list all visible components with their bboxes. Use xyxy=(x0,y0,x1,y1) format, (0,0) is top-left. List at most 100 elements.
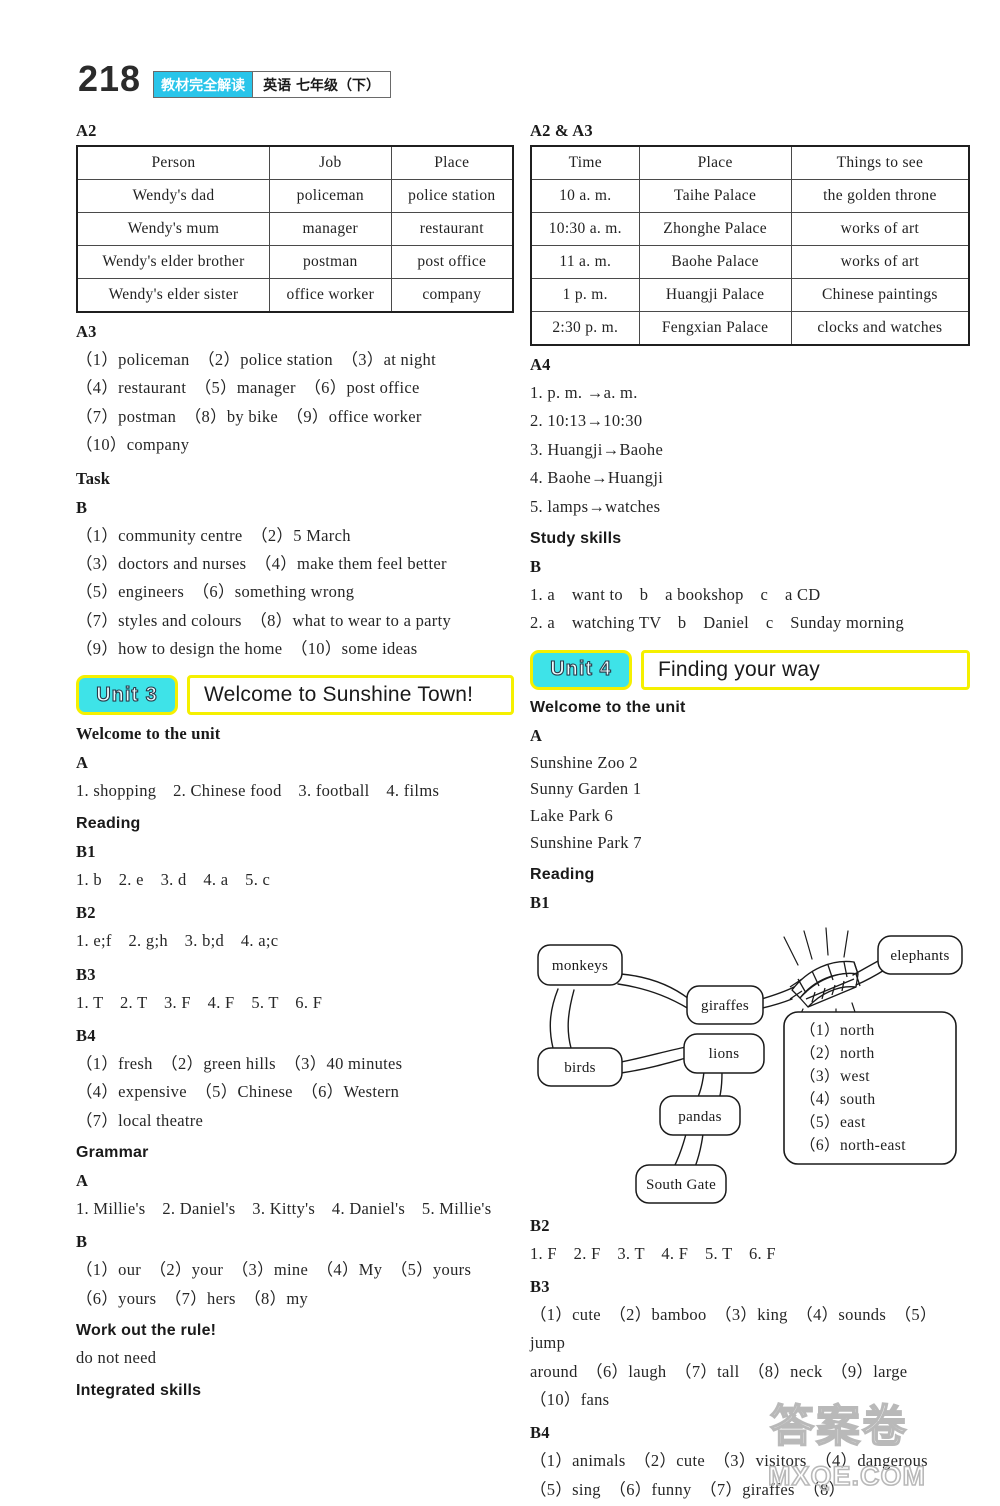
answer-line: （6）yours （7）hers （8）my xyxy=(76,1288,309,1308)
answer-line: （7）postman （8）by bike （9）office worker xyxy=(76,406,422,426)
node-label-birds: birds xyxy=(564,1060,596,1076)
heading-welcome-to-the-unit: Welcome to the unit xyxy=(76,724,221,744)
answer-line: 1. shopping 2. Chinese food 3. football … xyxy=(76,781,440,801)
heading-integrated-skills: Integrated skills xyxy=(76,1381,202,1399)
b3-answers: （1）cute （2）bamboo （3）king （4）sounds （5）j… xyxy=(530,1301,970,1415)
left-column: A2 Person Job Place Wendy's dad policema… xyxy=(75,112,514,1404)
heading-b1: B1 xyxy=(76,841,96,861)
task-b-answers: （1）community centre （2）5 March （3）doctor… xyxy=(76,522,514,664)
answer-line: （3）doctors and nurses （4）make them feel … xyxy=(76,553,447,573)
answer-line: （10）company xyxy=(76,435,190,455)
node-label-monkeys: monkeys xyxy=(552,958,608,974)
node-label-lions: lions xyxy=(709,1046,740,1062)
column-header-time: Time xyxy=(530,145,640,180)
table-row: 1 p. m. Huangji Palace Chinese paintings xyxy=(530,278,970,312)
cell-job: policeman xyxy=(268,179,392,213)
cell-things: Chinese paintings xyxy=(790,278,970,312)
answer-line: 1. a want to b a bookshop c a CD xyxy=(530,584,821,604)
unit-3-chip-label: Unit 3 xyxy=(96,683,158,706)
cell-place: Fengxian Palace xyxy=(638,311,792,346)
direction-answer: （4）south xyxy=(800,1091,876,1108)
heading-b2: B2 xyxy=(76,903,96,923)
book-title-box: 教材完全解读 英语 七年级（下） xyxy=(153,71,391,98)
heading-reading: Reading xyxy=(530,865,595,883)
answer-line: （7）styles and colours （8）what to wear to… xyxy=(76,610,452,630)
study-skills-b-answers: 1. a want to b a bookshop c a CD 2. a wa… xyxy=(530,581,970,638)
cell-time: 11 a. m. xyxy=(530,245,640,279)
page-number: 218 xyxy=(78,58,142,99)
answer-line: Sunshine Zoo 2 xyxy=(530,752,638,772)
answer-line: 5. lamps→watches xyxy=(530,496,661,516)
cell-time: 10:30 a. m. xyxy=(530,212,640,246)
table-row: Wendy's elder brother postman post offic… xyxy=(75,245,514,279)
cell-person: Wendy's elder brother xyxy=(75,245,270,279)
answer-line: （1）animals （2）cute （3）visitors （4）danger… xyxy=(530,1451,928,1471)
cell-place: police station xyxy=(390,179,514,213)
cell-place: Zhonghe Palace xyxy=(638,212,792,246)
unit-3-banner: Unit 3 Welcome to Sunshine Town! xyxy=(76,675,514,716)
direction-answer: （6）north-east xyxy=(800,1137,906,1154)
cell-place: restaurant xyxy=(390,212,514,246)
unit-3-title-box: Welcome to Sunshine Town! xyxy=(187,675,514,716)
heading-study-skills-b: B xyxy=(530,556,542,576)
heading-a2: A2 xyxy=(76,121,97,140)
answer-line: do not need xyxy=(76,1348,157,1368)
cell-place: company xyxy=(390,278,514,313)
page-header: 218 教材完全解读 英语 七年级（下） xyxy=(78,52,498,98)
heading-reading: Reading xyxy=(76,814,141,832)
cell-place: Baohe Palace xyxy=(638,245,792,279)
answer-line: （1）cute （2）bamboo （3）king （4）sounds （5）j… xyxy=(530,1304,937,1353)
unit-4-chip-label: Unit 4 xyxy=(550,658,612,681)
cell-place: post office xyxy=(390,245,514,279)
direction-answer: （1）north xyxy=(800,1022,875,1039)
b2-answers: 1. F 2. F 3. T 4. F 5. T 6. F xyxy=(530,1240,970,1268)
welcome-a-answers: Sunshine Zoo 2 Sunny Garden 1 Lake Park … xyxy=(530,750,970,857)
table-row: Wendy's dad policeman police station xyxy=(75,179,514,213)
table-header-row: Time Place Things to see xyxy=(530,145,970,180)
answer-line: （9）how to design the home （10）some ideas xyxy=(76,639,418,658)
table-row: 10 a. m. Taihe Palace the golden throne xyxy=(530,179,970,213)
heading-b2: B2 xyxy=(530,1215,550,1235)
answer-line: （10）fans xyxy=(530,1390,610,1409)
answer-line: （4）restaurant （5）manager （6）post office xyxy=(76,378,420,398)
a3-answers: （1）policeman （2）police station （3）at nig… xyxy=(76,346,514,460)
a2-a3-table: Time Place Things to see 10 a. m. Taihe … xyxy=(530,145,970,346)
heading-b3: B3 xyxy=(530,1276,550,1296)
column-header-place: Place xyxy=(638,145,792,180)
heading-a4: A4 xyxy=(530,355,551,374)
heading-task: Task xyxy=(76,468,111,488)
heading-study-skills: Study skills xyxy=(530,529,622,547)
grammar-b-answers: （1）our （2）your （3）mine （4）My （5）yours （6… xyxy=(76,1256,514,1313)
b4-answers: （1）fresh （2）green hills （3）40 minutes （4… xyxy=(76,1050,514,1135)
answer-line: 1. b 2. e 3. d 4. a 5. c xyxy=(76,869,271,889)
heading-a2-a3: A2 & A3 xyxy=(530,121,593,140)
heading-welcome-a: A xyxy=(530,725,543,745)
cell-job: postman xyxy=(268,245,392,279)
direction-answers-box: （1）north （2）north （3）west （4）south （5）ea… xyxy=(783,1010,957,1165)
unit-3-title: Welcome to Sunshine Town! xyxy=(204,683,474,707)
direction-answer: （3）west xyxy=(800,1068,870,1085)
heading-grammar-a: A xyxy=(76,1171,89,1190)
direction-answer: （2）north xyxy=(800,1045,875,1062)
heading-grammar: Grammar xyxy=(76,1144,149,1161)
answer-line: 1. T 2. T 3. F 4. F 5. T 6. F xyxy=(76,992,323,1012)
table-row: Wendy's mum manager restaurant xyxy=(75,212,514,246)
a4-answers: 1. p. m. →a. m. 2. 10:13→10:30 3. Huangj… xyxy=(530,379,970,521)
cell-time: 2:30 p. m. xyxy=(530,311,640,346)
book-subject-label: 英语 七年级（下） xyxy=(252,72,390,97)
node-label-elephants: elephants xyxy=(890,948,949,964)
answer-line: 1. p. m. →a. m. xyxy=(530,383,638,402)
table-header-row: Person Job Place xyxy=(75,145,514,180)
answer-line: （5）sing （6）funny （7）giraffes （8） xyxy=(530,1479,846,1499)
answer-line: （1）our （2）your （3）mine （4）My （5）yours xyxy=(76,1260,472,1280)
answer-line: around （6）laugh （7）tall （8）neck （9）large xyxy=(530,1361,908,1381)
answer-line: Sunny Garden 1 xyxy=(530,779,642,799)
table-row: Wendy's elder sister office worker compa… xyxy=(75,278,514,313)
b3-answers: 1. T 2. T 3. F 4. F 5. T 6. F xyxy=(76,989,514,1017)
cell-time: 1 p. m. xyxy=(530,278,640,312)
heading-b4: B4 xyxy=(530,1423,550,1443)
cell-place: Huangji Palace xyxy=(638,278,792,312)
answer-line: （1）fresh （2）green hills （3）40 minutes xyxy=(76,1053,403,1073)
b4-answers: （1）animals （2）cute （3）visitors （4）danger… xyxy=(530,1447,970,1504)
welcome-a-answers: 1. shopping 2. Chinese food 3. football … xyxy=(76,777,514,805)
